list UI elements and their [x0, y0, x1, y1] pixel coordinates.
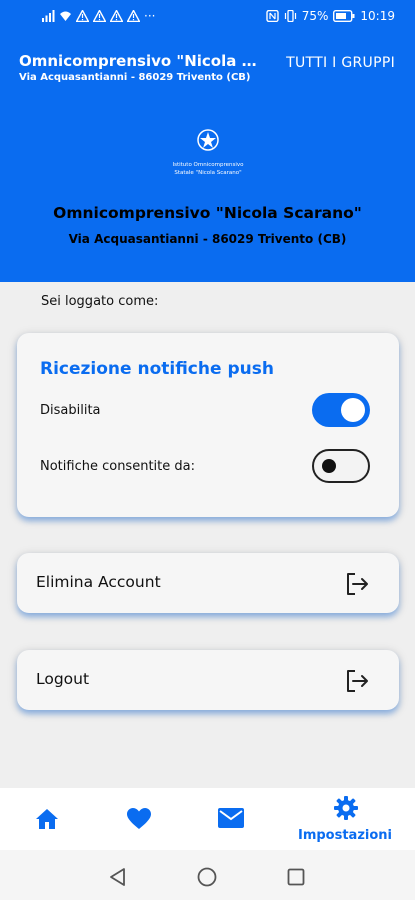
all-groups-button[interactable]: TUTTI I GRUPPI — [286, 55, 395, 71]
disable-toggle[interactable] — [312, 393, 370, 427]
battery-icon — [333, 10, 355, 22]
status-bar: ··· 75% 10:19 — [0, 0, 415, 32]
bottom-navigation: Impostazioni — [0, 788, 415, 850]
logout-button[interactable]: Logout — [17, 650, 399, 710]
toggle-knob — [341, 398, 365, 422]
recents-icon[interactable] — [287, 868, 305, 886]
disable-label: Disabilita — [40, 403, 101, 418]
clock: 10:19 — [360, 9, 395, 23]
nav-settings[interactable]: Impostazioni — [295, 788, 395, 850]
logo-text-line1: Istituto Omnicomprensivo — [172, 162, 244, 168]
nfc-icon — [266, 10, 279, 22]
notifications-allowed-toggle[interactable] — [312, 449, 370, 483]
logged-as-label: Sei loggato come: — [41, 294, 159, 309]
school-logo: Istituto Omnicomprensivo Statale "Nicola… — [172, 129, 244, 176]
nav-home[interactable] — [0, 788, 95, 850]
school-address: Via Acquasantianni - 86029 Trivento (CB) — [68, 232, 347, 246]
nav-favorites[interactable] — [95, 788, 185, 850]
logo-text-line2: Statale "Nicola Scarano" — [174, 170, 241, 176]
school-name: Omnicomprensivo "Nicola Scarano" — [53, 204, 362, 222]
mail-icon — [218, 808, 244, 828]
delete-account-button[interactable]: Elimina Account — [17, 553, 399, 613]
back-icon[interactable] — [108, 867, 126, 887]
signal-icon — [42, 10, 55, 22]
logout-icon — [347, 670, 368, 692]
status-icons-right: 75% 10:19 — [266, 9, 395, 23]
wifi-icon — [60, 11, 71, 21]
vibrate-icon — [284, 10, 296, 22]
nav-settings-label: Impostazioni — [297, 828, 392, 843]
gear-icon — [334, 796, 358, 820]
nav-messages[interactable] — [185, 788, 280, 850]
system-navigation-bar — [0, 850, 415, 900]
push-notifications-title: Ricezione notifiche push — [40, 359, 274, 379]
logout-icon — [347, 573, 368, 595]
push-notifications-card: Ricezione notifiche push Disabilita Noti… — [17, 333, 399, 517]
battery-percent: 75% — [301, 9, 329, 23]
notifications-allowed-label: Notifiche consentite da: — [40, 459, 195, 474]
more-notifications-indicator: ··· — [144, 9, 156, 23]
warning-icon — [127, 10, 140, 22]
logout-label: Logout — [36, 670, 90, 688]
delete-account-label: Elimina Account — [36, 573, 161, 591]
home-circle-icon[interactable] — [197, 867, 217, 887]
heart-icon — [127, 808, 151, 829]
warning-icon — [110, 10, 123, 22]
toggle-knob — [322, 459, 336, 473]
header-title: Omnicomprensivo "Nicola Scarano" — [19, 52, 264, 70]
warning-icon — [93, 10, 106, 22]
header-address: Via Acquasantianni - 86029 Trivento (CB) — [19, 72, 251, 83]
status-icons-left: ··· — [42, 9, 155, 23]
warning-icon — [76, 10, 89, 22]
app-header: Omnicomprensivo "Nicola Scarano" Via Acq… — [0, 40, 415, 90]
home-icon — [36, 809, 58, 829]
